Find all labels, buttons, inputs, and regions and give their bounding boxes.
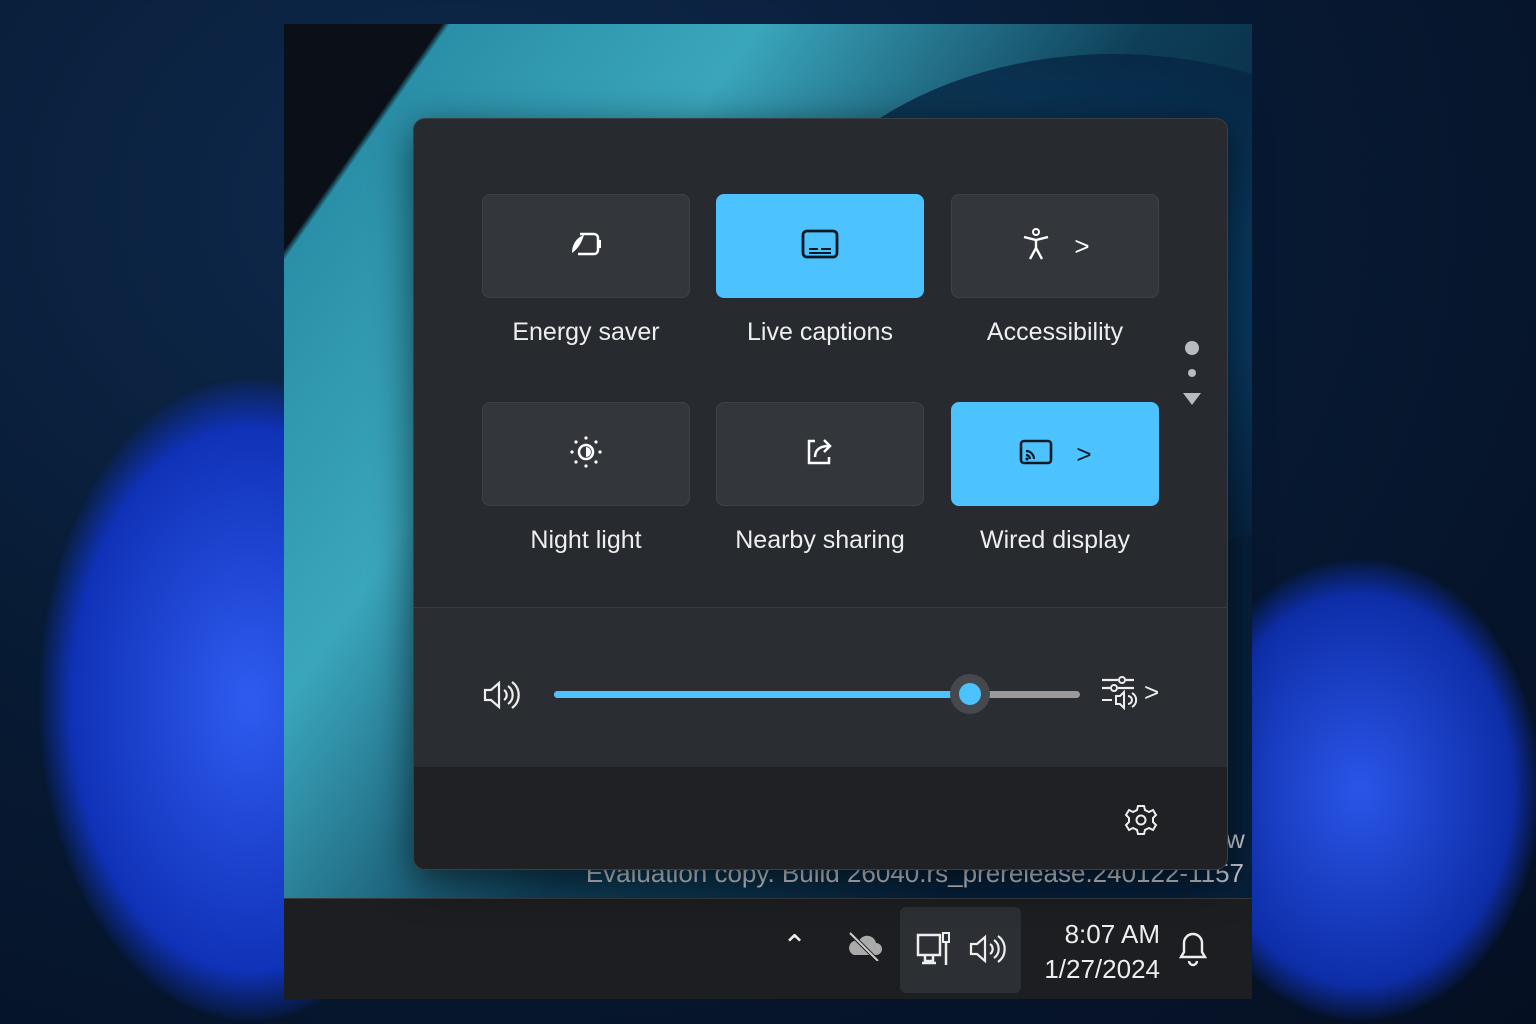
nearby-sharing-icon xyxy=(803,435,837,474)
tile-label: Night light xyxy=(530,526,642,554)
date: 1/27/2024 xyxy=(1044,954,1160,984)
page-indicator xyxy=(1182,341,1202,405)
wired-network-icon xyxy=(916,932,950,965)
tile-night-light[interactable] xyxy=(482,402,690,506)
tile-label: Accessibility xyxy=(986,318,1124,346)
chevron-right-icon: > xyxy=(1144,677,1160,707)
quick-settings-panel: Energy saver Live captions > Accessibili… xyxy=(413,118,1228,870)
energy-saver-icon xyxy=(566,229,606,264)
tile-nearby-sharing[interactable] xyxy=(716,402,924,506)
volume-slider-thumb[interactable] xyxy=(949,674,990,714)
tile-accessibility[interactable]: > xyxy=(951,194,1159,298)
tile-live-captions[interactable] xyxy=(716,194,924,298)
speaker-mute-toggle-icon[interactable] xyxy=(482,678,522,712)
network-volume-tray-button[interactable] xyxy=(900,907,1021,993)
settings-gear-icon[interactable] xyxy=(1124,803,1158,837)
tile-wired-display[interactable]: > xyxy=(951,402,1159,506)
tile-label: Wired display xyxy=(979,526,1131,554)
audio-output-icon xyxy=(1102,676,1138,710)
night-light-icon xyxy=(569,435,603,474)
watermark-line1: w xyxy=(1226,824,1245,854)
live-captions-icon xyxy=(800,228,840,265)
volume-section: > xyxy=(414,607,1227,767)
quick-settings-footer xyxy=(414,767,1227,869)
show-hidden-icons-chevron-icon[interactable]: ⌃ xyxy=(782,929,807,964)
page-dot[interactable] xyxy=(1188,369,1196,377)
volume-icon xyxy=(969,934,1006,964)
tile-label: Live captions xyxy=(747,318,893,346)
clock[interactable]: 8:07 AM 1/27/2024 xyxy=(1028,917,1160,987)
tile-label: Nearby sharing xyxy=(735,526,905,554)
page-dot-active[interactable] xyxy=(1185,341,1199,355)
chevron-right-icon[interactable]: > xyxy=(1074,233,1089,259)
tile-label: Energy saver xyxy=(512,318,660,346)
tile-energy-saver[interactable] xyxy=(482,194,690,298)
volume-slider-fill xyxy=(554,691,970,698)
notification-bell-icon[interactable] xyxy=(1178,931,1208,967)
cast-icon xyxy=(1018,437,1054,472)
audio-output-button[interactable]: > xyxy=(1100,674,1159,710)
taskbar: ⌃ 8:07 AM 1/27/2024 xyxy=(284,898,1252,999)
scroll-down-arrow-icon[interactable] xyxy=(1183,393,1201,405)
accessibility-icon xyxy=(1020,227,1052,266)
chevron-right-icon[interactable]: > xyxy=(1076,441,1091,467)
onedrive-offline-icon[interactable] xyxy=(846,931,884,966)
volume-slider[interactable] xyxy=(554,691,1080,698)
time: 8:07 AM xyxy=(1064,919,1160,949)
